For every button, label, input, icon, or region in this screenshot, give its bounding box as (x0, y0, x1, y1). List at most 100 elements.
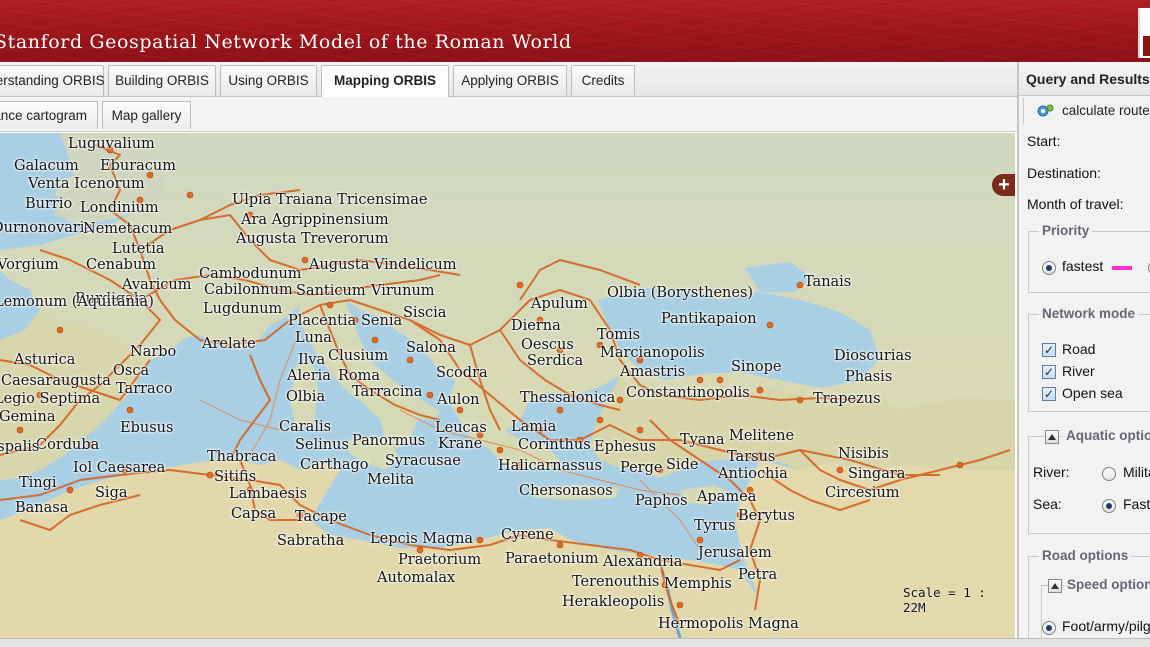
city-label: Antiochia (718, 466, 788, 482)
city-label: Cyrene (501, 527, 554, 543)
main-tab-bar: Understanding ORBIS Building ORBIS Using… (0, 62, 1017, 97)
city-label: Automalax (377, 570, 456, 586)
city-label: Tyrus (694, 518, 736, 534)
query-results-panel: Query and Results calculate route Start:… (1017, 62, 1150, 638)
city-label: Tingi (19, 475, 57, 491)
city-label: Tacape (295, 509, 347, 525)
city-label: Tarsus (727, 449, 776, 465)
city-label: Arelate (202, 336, 256, 352)
open-sea-checkbox[interactable]: ✓ (1042, 387, 1056, 401)
city-label: Iol Caesarea (73, 460, 166, 476)
city-label: Clusium (328, 348, 389, 364)
city-label: Perge (620, 460, 663, 476)
network-mode-legend: Network mode (1039, 306, 1139, 321)
city-label: Terenouthis (572, 574, 660, 590)
city-label: Luguvalium (68, 136, 155, 152)
city-label: Scodra (436, 365, 488, 381)
city-label: Capsa (231, 506, 277, 522)
speed-options-legend: Speed options (1064, 577, 1150, 592)
city-label: Nemetacum (83, 221, 173, 237)
subtab-distance-cartogram[interactable]: Distance cartogram (0, 101, 98, 129)
city-label: Lemonum (Aquitania) (0, 294, 154, 310)
zoom-in-button[interactable]: + (992, 174, 1015, 196)
city-label: Santicum (296, 283, 366, 299)
city-label: Ara Agrippinensium (241, 212, 389, 228)
city-label: Chersonasos (519, 483, 613, 499)
city-label: Panormus (352, 433, 426, 449)
calculate-route-label: calculate route (1062, 103, 1150, 118)
city-label: Burrio (25, 196, 73, 212)
city-label: Singara (848, 466, 906, 482)
city-label: Olbia (Borysthenes) (607, 285, 754, 301)
road-options-legend: Road options (1039, 548, 1132, 563)
city-label: Aleria (287, 368, 331, 384)
river-military-radio[interactable] (1102, 467, 1116, 481)
river-checkbox[interactable]: ✓ (1042, 365, 1056, 379)
city-label: Lutetia (112, 241, 165, 257)
city-label: Augusta Treverorum (236, 231, 389, 247)
tab-building-orbis[interactable]: Building ORBIS (108, 65, 216, 96)
city-label: Placentia (288, 313, 357, 329)
city-label: Paphos (635, 493, 688, 509)
city-label: Hispalis (0, 439, 40, 455)
city-label: Nisibis (838, 446, 889, 462)
fastest-swatch (1112, 266, 1132, 270)
road-checkbox[interactable]: ✓ (1042, 343, 1056, 357)
sea-option-label: Sea: (1033, 496, 1062, 512)
city-label: Melita (367, 472, 415, 488)
aquatic-options-group: Aquatic options River: Military Sea: Fas… (1028, 428, 1150, 534)
month-label: Month of travel: (1027, 196, 1124, 212)
city-label: Asturica (14, 352, 76, 368)
tab-mapping-orbis[interactable]: Mapping ORBIS (321, 65, 449, 97)
tab-using-orbis[interactable]: Using ORBIS (220, 65, 317, 96)
city-label: Paraetonium (505, 551, 599, 567)
priority-group: Priority fastest (1028, 223, 1150, 293)
tab-applying-orbis[interactable]: Applying ORBIS (453, 65, 567, 96)
city-label: Cenabum (86, 257, 157, 273)
city-label: Dioscurias (834, 348, 912, 364)
city-label: Serdica (527, 353, 584, 369)
road-options-group: Road options Speed options Foot/army/pil… (1028, 548, 1150, 638)
foot-army-label: Foot/army/pilgrim (1062, 618, 1150, 634)
city-label: Sinope (731, 359, 782, 375)
city-label: Hermopolis Magna (658, 616, 799, 632)
fastest-radio[interactable] (1042, 261, 1056, 275)
city-label: Caesaraugusta (1, 373, 111, 389)
city-label: Sitifis (214, 469, 257, 485)
map-scale: Scale = 1 : 22M (903, 585, 986, 615)
roman-world-map[interactable]: Luguvalium Galacum Eburacum Venta Icenor… (0, 133, 1015, 638)
city-label: Ephesus (594, 439, 657, 455)
city-label: Narbo (130, 344, 177, 360)
city-label: Eburacum (100, 158, 176, 174)
city-label: Cambodunum (199, 266, 302, 282)
city-label: Cabilonnum (204, 282, 293, 298)
city-label: Roma (338, 368, 381, 384)
network-mode-group: Network mode ✓ Road ✓ River ✓ Open sea (1028, 306, 1150, 412)
destination-label: Destination: (1027, 165, 1101, 181)
city-label: Salona (406, 340, 456, 356)
fastest-label: fastest (1062, 258, 1104, 274)
speed-collapse-toggle[interactable] (1048, 579, 1062, 593)
foot-army-radio[interactable] (1042, 621, 1056, 635)
tab-credits[interactable]: Credits (571, 65, 635, 96)
calculate-route-button[interactable]: calculate route (1023, 98, 1150, 124)
calculate-icon (1037, 104, 1054, 117)
city-label: Marcianopolis (600, 345, 705, 361)
sea-fastest-label: Fastest (1123, 496, 1150, 512)
city-label: Lepcis Magna (370, 531, 474, 547)
stanford-logo[interactable] (1138, 8, 1150, 58)
page-title: Stanford Geospatial Network Model of the… (0, 31, 572, 53)
tab-understanding-orbis[interactable]: Understanding ORBIS (0, 65, 105, 96)
city-label: Tarraco (116, 381, 173, 397)
city-label: Osca (113, 363, 150, 379)
city-label: Vorgium (0, 257, 59, 273)
city-label: Tanais (804, 274, 852, 290)
aquatic-collapse-toggle[interactable] (1045, 430, 1059, 444)
subtab-map-gallery[interactable]: Map gallery (102, 101, 191, 129)
city-label: Ulpia Traiana Tricensimae (232, 192, 428, 208)
city-label: Pantikapaion (661, 311, 757, 327)
city-label: Augusta Vindelicum (309, 257, 457, 273)
city-label: Galacum (14, 158, 79, 174)
sea-fastest-radio[interactable] (1102, 499, 1116, 513)
city-label: Ilva (298, 352, 326, 368)
